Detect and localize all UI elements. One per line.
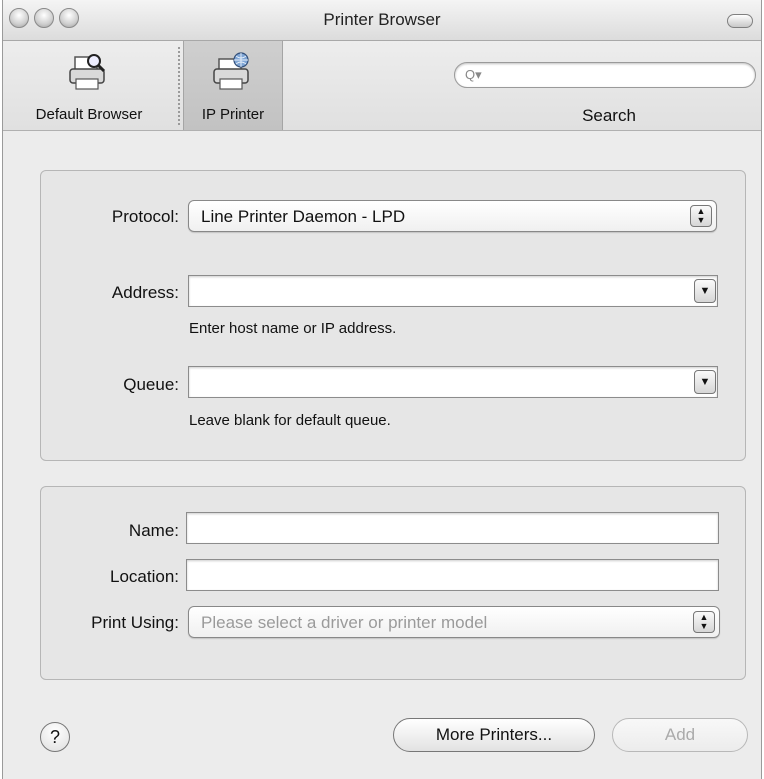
- address-combobox[interactable]: ▼: [188, 275, 718, 307]
- print-using-label: Print Using:: [91, 613, 179, 632]
- default-browser-label: Default Browser: [35, 106, 143, 123]
- search-icon: Q▾: [465, 67, 482, 82]
- more-printers-button[interactable]: More Printers...: [393, 718, 595, 752]
- up-down-arrows-icon: ▲ ▼: [693, 611, 715, 633]
- queue-hint: Leave blank for default queue.: [189, 412, 391, 429]
- address-hint: Enter host name or IP address.: [189, 320, 397, 337]
- queue-label: Queue:: [123, 375, 179, 394]
- print-using-value: Please select a driver or printer model: [201, 613, 488, 632]
- protocol-label: Protocol:: [111, 207, 179, 226]
- toolbar: Default Browser IP Printer Q▾ Search: [3, 41, 761, 131]
- address-label: Address:: [111, 283, 179, 302]
- help-button[interactable]: ?: [40, 722, 70, 752]
- window-title: Printer Browser: [323, 10, 441, 29]
- add-button[interactable]: Add: [612, 718, 748, 752]
- chevron-down-icon[interactable]: ▼: [694, 279, 716, 303]
- print-using-popup[interactable]: Please select a driver or printer model …: [188, 606, 720, 638]
- toolbar-toggle-button[interactable]: [727, 14, 753, 28]
- up-down-arrows-icon: ▲ ▼: [690, 205, 712, 227]
- queue-combobox[interactable]: ▼: [188, 366, 718, 398]
- search-label: Search: [582, 106, 636, 125]
- printer-browser-window: Printer Browser Default Browser IP Print…: [2, 0, 762, 779]
- protocol-value: Line Printer Daemon - LPD: [201, 207, 406, 226]
- toolbar-separator: [178, 47, 180, 125]
- printer-magnifier-icon: [69, 54, 106, 90]
- title-bar: Printer Browser: [3, 0, 761, 41]
- search-field[interactable]: Q▾: [454, 62, 756, 88]
- ip-printer-label: IP Printer: [201, 106, 265, 123]
- location-field[interactable]: [186, 559, 719, 591]
- chevron-down-icon[interactable]: ▼: [694, 370, 716, 394]
- name-field[interactable]: [186, 512, 719, 544]
- name-label: Name:: [128, 521, 179, 540]
- location-label: Location:: [110, 567, 179, 586]
- protocol-popup[interactable]: Line Printer Daemon - LPD ▲ ▼: [188, 200, 717, 232]
- toolbar-ip-printer[interactable]: IP Printer: [183, 41, 283, 130]
- toolbar-default-browser[interactable]: Default Browser: [3, 41, 175, 130]
- printer-globe-icon: [213, 52, 249, 90]
